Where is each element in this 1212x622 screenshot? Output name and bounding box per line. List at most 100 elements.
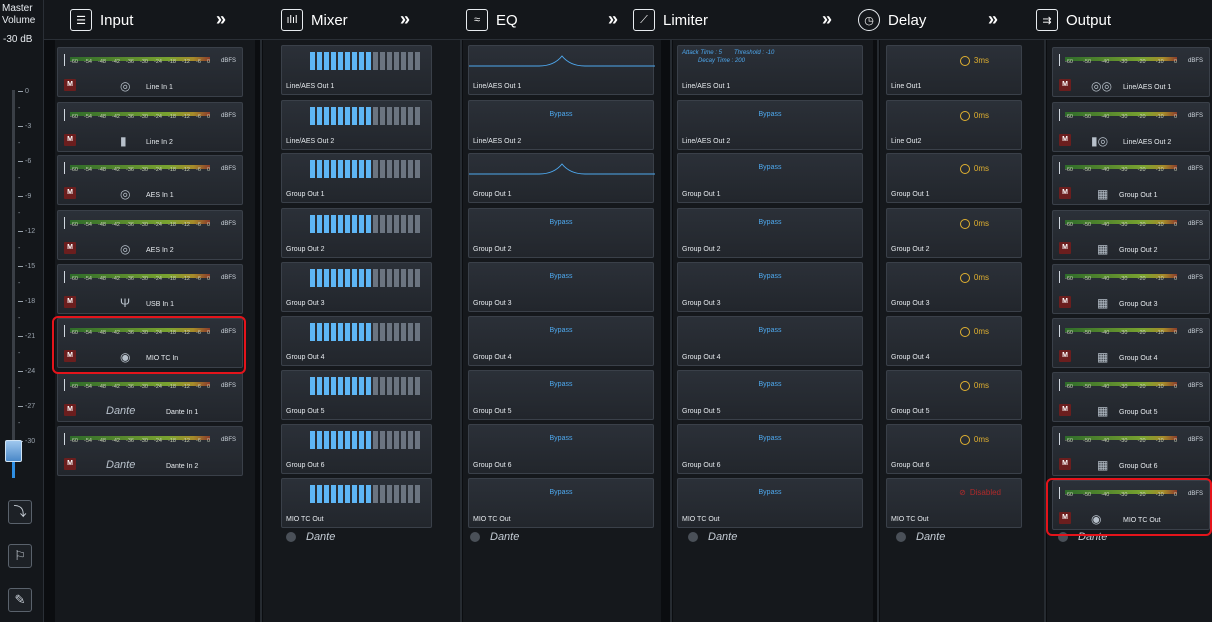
output-channel-strip[interactable]: -60 -50 -40 -30 -20 -10 0 dBFS M ▦ Group Out 6 xyxy=(1052,426,1210,476)
delay-value-text: 0ms xyxy=(973,219,989,229)
bypass-label: Bypass xyxy=(549,327,573,334)
eq-output-tile[interactable]: Bypass Group Out 3 xyxy=(468,262,654,312)
mixer-output-tile[interactable]: Group Out 5 xyxy=(281,370,432,420)
chevron-right-icon: » xyxy=(988,9,998,29)
mute-button[interactable]: M xyxy=(64,404,76,416)
limiter-output-tile[interactable]: Bypass Line/AES Out 2 xyxy=(677,100,863,150)
input-channel-label: Dante In 2 xyxy=(166,463,199,470)
delay-output-tile[interactable]: 0ms Group Out 2 xyxy=(886,208,1022,258)
mute-button[interactable]: M xyxy=(64,187,76,199)
dante-toggle-icon[interactable] xyxy=(896,532,906,542)
mute-button[interactable]: M xyxy=(64,242,76,254)
input-channel-strip[interactable]: -60 -54 -48 -42 -36 -30 -24 -18 -12 -6 0 dBFS M Dante… xyxy=(57,426,243,476)
delay-output-tile[interactable]: 0ms Group Out 5 xyxy=(886,370,1022,420)
mixer-output-tile[interactable]: Group Out 2 xyxy=(281,208,432,258)
mute-button[interactable]: M xyxy=(1059,134,1071,146)
delay-output-tile[interactable]: 0ms Line Out2 xyxy=(886,100,1022,150)
mute-button[interactable]: M xyxy=(64,296,76,308)
dante-toggle-icon[interactable] xyxy=(688,532,698,542)
mixer-bar xyxy=(408,160,413,178)
input-channel-strip[interactable]: -60 -54 -48 -42 -36 -30 -24 -18 -12 -6 0 dBFS M Ψ USB … xyxy=(57,264,243,314)
mixer-output-tile[interactable]: Line/AES Out 1 xyxy=(281,45,432,95)
mute-button[interactable]: M xyxy=(1059,404,1071,416)
limiter-output-tile[interactable]: Bypass Group Out 3 xyxy=(677,262,863,312)
output-channel-strip[interactable]: -60 -50 -40 -30 -20 -10 0 dBFS M ◎◎ Line/AES Out 1 xyxy=(1052,47,1210,97)
meter-scale-label: -48 xyxy=(98,276,106,282)
flag-icon[interactable]: ⚐ xyxy=(8,544,32,568)
delay-output-tile[interactable]: 0ms Group Out 4 xyxy=(886,316,1022,366)
delay-value-text: 0ms xyxy=(973,327,989,337)
input-channel-strip[interactable]: -60 -54 -48 -42 -36 -30 -24 -18 -12 -6 0 dBFS M Dante… xyxy=(57,372,243,422)
mute-button[interactable]: M xyxy=(1059,242,1071,254)
limiter-output-tile[interactable]: Bypass Group Out 6 xyxy=(677,424,863,474)
mute-button[interactable]: M xyxy=(1059,458,1071,470)
input-channel-strip[interactable]: -60 -54 -48 -42 -36 -30 -24 -18 -12 -6 0 dBFS M ◎ AES … xyxy=(57,155,243,205)
eq-output-tile[interactable]: Bypass Group Out 2 xyxy=(468,208,654,258)
meter-scale-label: -30 xyxy=(1119,384,1128,390)
delay-output-tile[interactable]: 0ms Group Out 1 xyxy=(886,153,1022,203)
delay-output-tile[interactable]: 3ms Line Out1 xyxy=(886,45,1022,95)
stage-delay[interactable]: ◷ Delay xyxy=(858,0,926,40)
input-channel-strip[interactable]: -60 -54 -48 -42 -36 -30 -24 -18 -12 -6 0 dBFS M ▮ Line… xyxy=(57,102,243,152)
meter-unit: dBFS xyxy=(1187,329,1203,335)
stage-eq[interactable]: ≈ EQ xyxy=(466,0,518,40)
mixer-bar xyxy=(394,485,399,503)
eq-output-tile[interactable]: Line/AES Out 1 xyxy=(468,45,655,95)
delay-output-tile[interactable]: 0ms Group Out 3 xyxy=(886,262,1022,312)
limiter-output-tile[interactable]: Bypass Group Out 1 xyxy=(677,153,863,203)
limiter-output-tile[interactable]: Bypass Group Out 4 xyxy=(677,316,863,366)
output-channel-strip[interactable]: -60 -50 -40 -30 -20 -10 0 dBFS M ▦ Group Out 1 xyxy=(1052,155,1210,205)
eq-output-tile[interactable]: Bypass MIO TC Out xyxy=(468,478,654,528)
mixer-bar xyxy=(415,215,420,233)
stage-output[interactable]: ⇉ Output xyxy=(1036,0,1111,40)
mixer-output-tile[interactable]: Group Out 3 xyxy=(281,262,432,312)
mixer-output-tile[interactable]: Group Out 6 xyxy=(281,424,432,474)
output-channel-strip[interactable]: -60 -50 -40 -30 -20 -10 0 dBFS M ▦ Group Out 2 xyxy=(1052,210,1210,260)
output-channel-strip[interactable]: -60 -50 -40 -30 -20 -10 0 dBFS M ▮◎ Line/AES Out 2 xyxy=(1052,102,1210,152)
mute-button[interactable]: M xyxy=(64,134,76,146)
meter-scale: -60 -54 -48 -42 -36 -30 -24 -18 -12 -6 0 xyxy=(70,114,210,120)
limiter-output-tile[interactable]: Bypass Group Out 2 xyxy=(677,208,863,258)
mute-button[interactable]: M xyxy=(1059,296,1071,308)
input-channel-strip[interactable]: -60 -54 -48 -42 -36 -30 -24 -18 -12 -6 0 dBFS M ◎ AES … xyxy=(57,210,243,260)
stage-limiter[interactable]: ⟋ Limiter xyxy=(633,0,708,40)
mixer-output-tile[interactable]: MIO TC Out xyxy=(281,478,432,528)
mixer-bar xyxy=(317,160,322,178)
eq-output-tile[interactable]: Group Out 1 xyxy=(468,153,655,203)
mute-button[interactable]: M xyxy=(1059,187,1071,199)
output-channel-strip[interactable]: -60 -50 -40 -30 -20 -10 0 dBFS M ▦ Group Out 3 xyxy=(1052,264,1210,314)
input-channel-strip[interactable]: -60 -54 -48 -42 -36 -30 -24 -18 -12 -6 0 dBFS M ◎ Line… xyxy=(57,47,243,97)
delay-output-tile[interactable]: ⊘ Disabled MIO TC Out xyxy=(886,478,1022,528)
dante-toggle-icon[interactable] xyxy=(470,532,480,542)
mute-button[interactable]: M xyxy=(64,458,76,470)
mute-button[interactable]: M xyxy=(1059,79,1071,91)
eq-output-tile[interactable]: Bypass Group Out 4 xyxy=(468,316,654,366)
output-channel-strip[interactable]: -60 -50 -40 -30 -20 -10 0 dBFS M ▦ Group Out 4 xyxy=(1052,318,1210,368)
mixer-bar xyxy=(373,485,378,503)
eq-output-tile[interactable]: Bypass Group Out 6 xyxy=(468,424,654,474)
master-volume-slider-handle[interactable] xyxy=(5,440,22,462)
mute-button[interactable]: M xyxy=(1059,350,1071,362)
eq-output-tile[interactable]: Bypass Group Out 5 xyxy=(468,370,654,420)
stage-mixer[interactable]: ılıl Mixer xyxy=(281,0,348,40)
mixer-output-tile[interactable]: Group Out 1 xyxy=(281,153,432,203)
meter-unit: dBFS xyxy=(220,113,236,119)
delay-value-text: 0ms xyxy=(973,381,989,391)
wrench-icon[interactable]: ✎ xyxy=(8,588,32,612)
dante-toggle-icon[interactable] xyxy=(286,532,296,542)
mixer-output-tile[interactable]: Line/AES Out 2 xyxy=(281,100,432,150)
mixer-bar xyxy=(394,107,399,125)
stage-input[interactable]: ☰ Input xyxy=(70,0,133,40)
output-channel-strip[interactable]: -60 -50 -40 -30 -20 -10 0 dBFS M ▦ Group Out 5 xyxy=(1052,372,1210,422)
eq-output-tile[interactable]: Bypass Line/AES Out 2 xyxy=(468,100,654,150)
delay-value: 0ms xyxy=(959,327,989,337)
limiter-output-tile[interactable]: Bypass MIO TC Out xyxy=(677,478,863,528)
mixer-bar xyxy=(359,485,364,503)
mute-button[interactable]: M xyxy=(64,79,76,91)
stage-label: EQ xyxy=(496,11,518,29)
mixer-output-tile[interactable]: Group Out 4 xyxy=(281,316,432,366)
limiter-output-tile[interactable]: Bypass Group Out 5 xyxy=(677,370,863,420)
limiter-output-tile[interactable]: Attack Time : 5 Threshold : -10 Decay Time… xyxy=(677,45,863,95)
import-icon[interactable]: ⤵ xyxy=(8,500,32,524)
delay-output-tile[interactable]: 0ms Group Out 6 xyxy=(886,424,1022,474)
